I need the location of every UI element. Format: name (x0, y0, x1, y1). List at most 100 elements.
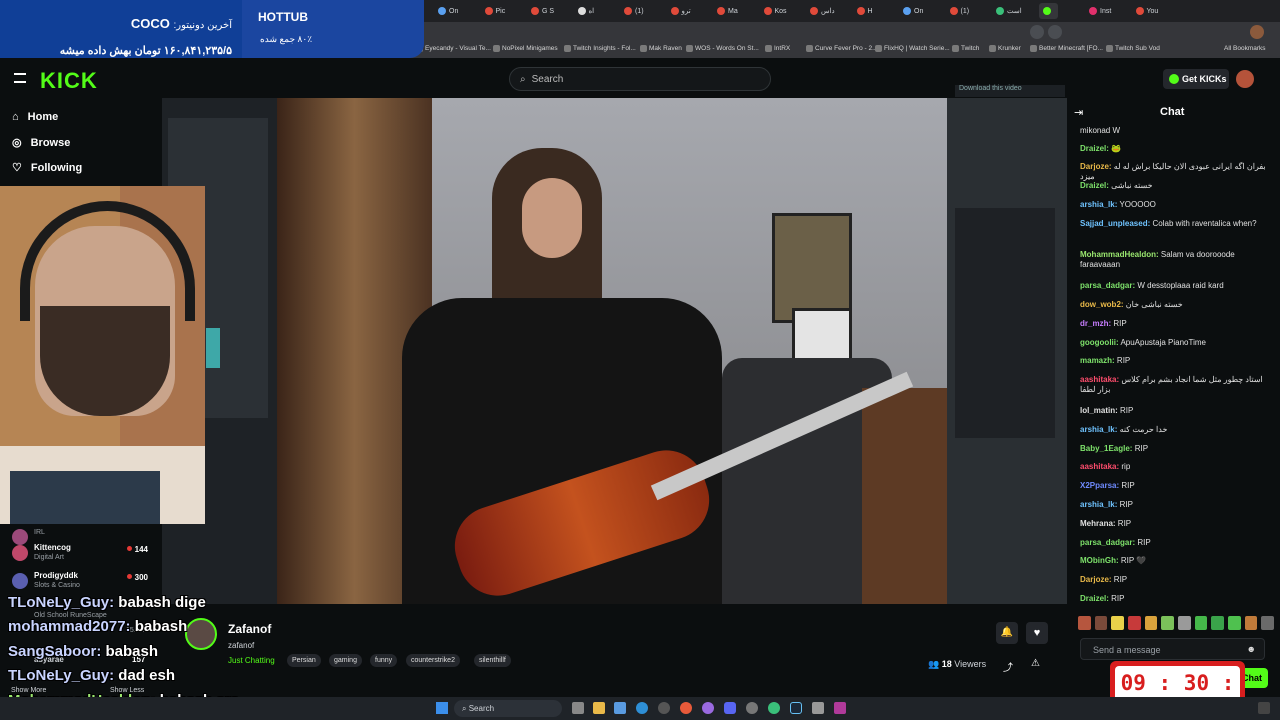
bookmark-item[interactable]: IntRX (765, 45, 790, 52)
get-kicks-button[interactable]: Get KICKs (1163, 69, 1229, 89)
kick-logo[interactable]: KICK (40, 68, 98, 94)
emote-icon[interactable] (1144, 616, 1158, 630)
chat-username[interactable]: Draizel: (1080, 181, 1109, 190)
stream-tag[interactable]: Persian (287, 654, 321, 667)
browser-tab[interactable]: است (992, 3, 1026, 19)
stream-tag[interactable]: silenthillf (474, 654, 511, 667)
chat-username[interactable]: arshia_lk: (1080, 200, 1117, 209)
chat-username[interactable]: dow_wob2: (1080, 300, 1124, 309)
nav-home[interactable]: ⌂ Home (12, 111, 58, 123)
emote-icon[interactable] (1178, 616, 1191, 630)
chat-username[interactable]: X2Pparsa: (1080, 481, 1119, 490)
chat-username[interactable]: Darjoze: (1080, 162, 1112, 171)
emote-icon[interactable] (1128, 616, 1141, 630)
chat-username[interactable]: Draizel: (1080, 144, 1109, 153)
chat-username[interactable]: MObinGh: (1080, 556, 1119, 565)
bookmark-item[interactable]: NoPixel Minigames (493, 45, 558, 52)
bookmark-item[interactable]: Better Minecraft [FO... (1030, 45, 1103, 52)
emote-icon[interactable] (1194, 616, 1208, 630)
search-input[interactable]: ⌕ Search (509, 67, 771, 91)
app-icon[interactable] (702, 702, 714, 714)
browser-tab[interactable]: H (853, 3, 877, 19)
steam-icon[interactable] (790, 702, 802, 714)
browser-tab[interactable]: G S (527, 3, 558, 19)
video-player[interactable] (162, 98, 1067, 604)
emote-icon[interactable] (1161, 616, 1175, 630)
share-icon[interactable]: ⤴ (1003, 659, 1013, 674)
browser-tab[interactable]: ترو (667, 3, 695, 19)
browser-tab[interactable]: Inst (1085, 3, 1115, 19)
emote-icon[interactable] (1244, 616, 1258, 630)
stream-tag[interactable]: funny (370, 654, 398, 667)
bookmark-item[interactable]: Twitch Insights - Fol... (564, 45, 636, 52)
notification-icon[interactable] (1258, 702, 1270, 714)
chat-username[interactable]: Sajjad_unpleased: (1080, 219, 1150, 228)
profile-avatar[interactable] (1250, 25, 1264, 39)
taskbar-search[interactable]: ⌕ Search (454, 700, 562, 717)
browser-tab[interactable]: اه (574, 3, 599, 19)
app-icon[interactable] (834, 702, 846, 714)
download-video-link[interactable]: Download this video (955, 85, 1065, 97)
chat-username[interactable]: MohammadHealdon: (1080, 250, 1159, 259)
zoom-icon[interactable] (1030, 25, 1044, 39)
all-bookmarks[interactable]: All Bookmarks (1224, 45, 1266, 52)
bookmark-item[interactable]: FlixHQ | Watch Serie... (875, 45, 950, 52)
chat-username[interactable]: lol_matin: (1080, 406, 1118, 415)
chat-username[interactable]: mamazh: (1080, 356, 1115, 365)
browser-tab[interactable]: On (434, 3, 462, 19)
chat-username[interactable]: arshia_lk: (1080, 425, 1117, 434)
chat-username[interactable]: aashitaka: (1080, 375, 1119, 384)
bookmark-item[interactable]: WOS - Words On St... (686, 45, 759, 52)
bookmark-item[interactable]: Curve Fever Pro - 2... (806, 45, 878, 52)
bookmark-item[interactable]: Mak Raven (640, 45, 682, 52)
collapse-chat-icon[interactable]: ⇥ (1074, 106, 1083, 119)
browser-tab[interactable]: Ma (713, 3, 742, 19)
side-channel[interactable]: Kittencog Digital Art 144 (12, 543, 162, 565)
chat-username[interactable]: dr_mzh: (1080, 319, 1111, 328)
emote-icon[interactable] (1211, 616, 1225, 630)
chat-username[interactable]: parsa_dadgar: (1080, 281, 1135, 290)
report-icon[interactable]: ⚠ (1031, 658, 1040, 669)
emote-icon[interactable] (1228, 616, 1241, 630)
user-avatar[interactable] (1236, 70, 1254, 88)
emote-icon[interactable] (1111, 616, 1125, 630)
discord-icon[interactable] (724, 702, 736, 714)
store-icon[interactable] (614, 702, 626, 714)
chrome-icon[interactable] (680, 702, 692, 714)
task-view-icon[interactable] (572, 702, 584, 714)
windows-start-icon[interactable] (436, 702, 448, 714)
side-channel[interactable]: Prodigyddk Slots & Casino 300 (12, 571, 162, 593)
follow-heart-button[interactable]: ♥ (1026, 622, 1048, 644)
stream-tag[interactable]: counterstrike2 (406, 654, 460, 667)
emote-icon[interactable] (1261, 616, 1275, 630)
nav-browse[interactable]: ◎ Browse (12, 136, 70, 150)
stream-tag[interactable]: gaming (329, 654, 362, 667)
emoji-icon[interactable]: ☻ (1247, 644, 1256, 654)
star-icon[interactable] (1048, 25, 1062, 39)
menu-icon[interactable] (14, 73, 26, 83)
chat-username[interactable]: Mehrana: (1080, 519, 1116, 528)
streamer-avatar[interactable] (185, 618, 217, 650)
chat-input[interactable]: Send a message ☻ (1080, 638, 1265, 660)
chat-username[interactable]: googoolii: (1080, 338, 1119, 347)
chat-username[interactable]: Baby_1Eagle: (1080, 444, 1132, 453)
browser-tab[interactable]: داس (806, 3, 839, 19)
file-explorer-icon[interactable] (593, 702, 605, 714)
emote-icon[interactable] (1094, 616, 1108, 630)
bell-icon[interactable]: 🔔 (996, 622, 1018, 644)
bookmark-item[interactable]: Eyecandy - Visual Te... (416, 45, 491, 52)
browser-tab[interactable]: On (899, 3, 927, 19)
bookmark-item[interactable]: Twitch (952, 45, 979, 52)
bookmark-item[interactable]: Twitch Sub Vod (1106, 45, 1160, 52)
edge-icon[interactable] (636, 702, 648, 714)
browser-tab[interactable]: You (1132, 3, 1163, 19)
chat-username[interactable]: Darjoze: (1080, 575, 1112, 584)
browser-tab[interactable] (1038, 3, 1058, 19)
app-icon[interactable] (768, 702, 780, 714)
stream-category[interactable]: Just Chatting (228, 656, 275, 665)
chat-username[interactable]: parsa_dadgar: (1080, 538, 1135, 547)
chat-username[interactable]: Draizel: (1080, 594, 1109, 603)
chat-username[interactable]: aashitaka: (1080, 462, 1119, 471)
chat-username[interactable]: arshia_lk: (1080, 500, 1117, 509)
obs-icon[interactable] (746, 702, 758, 714)
